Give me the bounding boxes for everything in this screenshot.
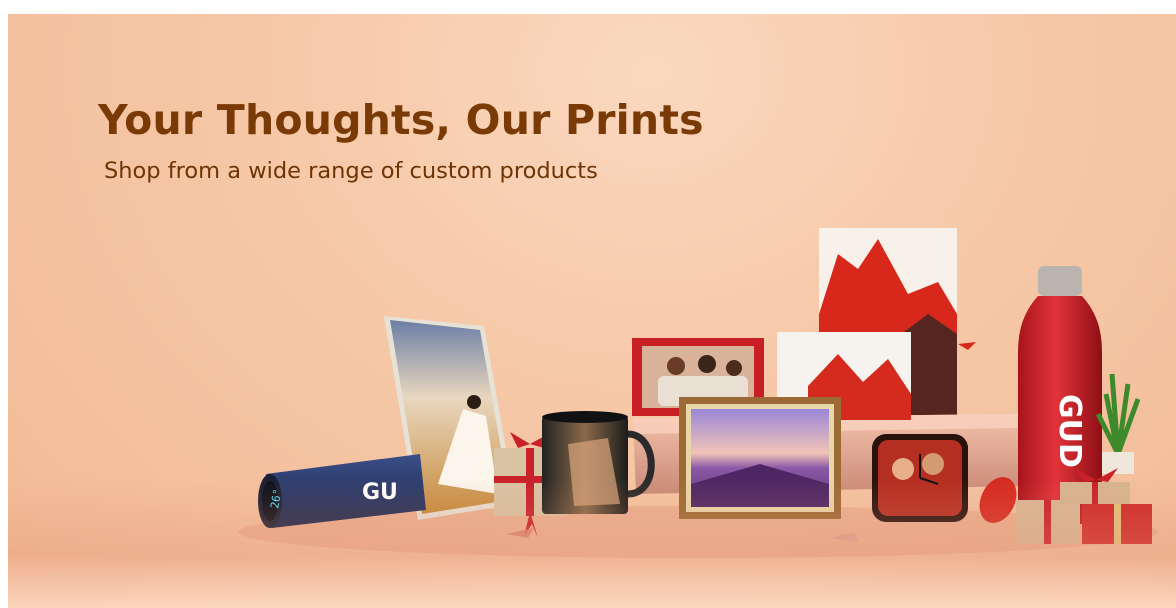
- thermos-bottle: [258, 454, 426, 528]
- photo-tile: [384, 316, 516, 520]
- lavender-framed-print: [679, 397, 841, 519]
- hero-banner[interactable]: Your Thoughts, Our Prints Shop from a wi…: [8, 14, 1176, 608]
- thermos-brand: GU: [362, 480, 398, 505]
- bottle-brand: GUD: [1052, 394, 1087, 468]
- gift-box-stack: [1016, 468, 1152, 544]
- potted-plant: [1095, 373, 1141, 474]
- photo-clock: [872, 434, 968, 522]
- products-illustration: 26° GU GUD: [238, 228, 1158, 558]
- red-ornament: [979, 477, 1017, 523]
- thermos-temperature: 26°: [268, 488, 284, 510]
